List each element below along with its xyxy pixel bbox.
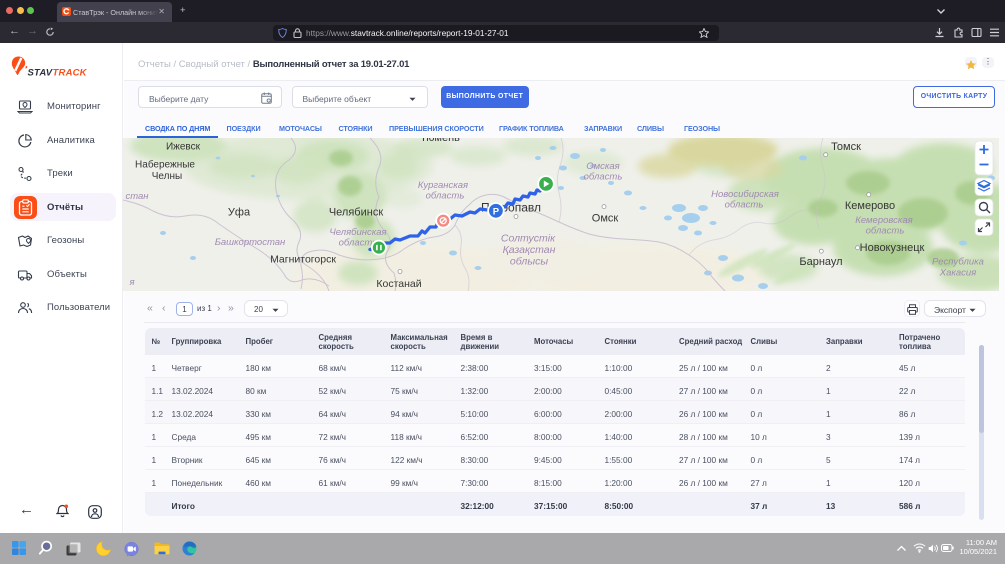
svg-text:STAV: STAV — [28, 67, 53, 78]
svg-text:Новокузнецк: Новокузнецк — [860, 242, 925, 254]
svg-text:Омская: Омская — [586, 161, 619, 172]
svg-text:Челябинская: Челябинская — [329, 227, 386, 238]
svg-text:облысы: облысы — [510, 256, 548, 268]
svg-text:Уфа: Уфа — [228, 207, 251, 219]
svg-text:Тюмень: Тюмень — [420, 138, 460, 144]
svg-text:область: область — [426, 191, 465, 202]
svg-text:область: область — [866, 226, 905, 237]
svg-text:Курганская: Курганская — [418, 180, 468, 191]
svg-text:P: P — [493, 206, 500, 217]
svg-text:Барнаул: Барнаул — [799, 256, 842, 268]
svg-text:Башкортостан: Башкортостан — [215, 237, 286, 248]
svg-text:Новосибирская: Новосибирская — [711, 189, 779, 200]
svg-text:Солтустік: Солтустік — [501, 233, 556, 245]
svg-text:Набережные: Набережные — [135, 159, 195, 171]
svg-text:область: область — [584, 172, 623, 183]
svg-text:Хакасия: Хакасия — [939, 268, 977, 279]
svg-text:область: область — [725, 200, 764, 211]
svg-text:Ижевск: Ижевск — [166, 142, 201, 153]
svg-text:Костанай: Костанай — [376, 278, 421, 290]
svg-text:стан: стан — [125, 191, 149, 202]
svg-text:Магнитогорск: Магнитогорск — [270, 254, 336, 266]
svg-text:Кемеровская: Кемеровская — [855, 215, 912, 226]
svg-text:я: я — [128, 277, 134, 288]
svg-text:Омск: Омск — [592, 213, 619, 225]
svg-text:Кемерово: Кемерово — [845, 200, 895, 212]
svg-text:Қазақстан: Қазақстан — [503, 244, 556, 256]
svg-text:TRACK: TRACK — [53, 67, 88, 78]
svg-text:Томск: Томск — [831, 141, 861, 153]
svg-text:Челны: Челны — [152, 171, 182, 182]
svg-text:Республика: Республика — [932, 257, 984, 268]
svg-text:Челябинск: Челябинск — [329, 207, 383, 219]
